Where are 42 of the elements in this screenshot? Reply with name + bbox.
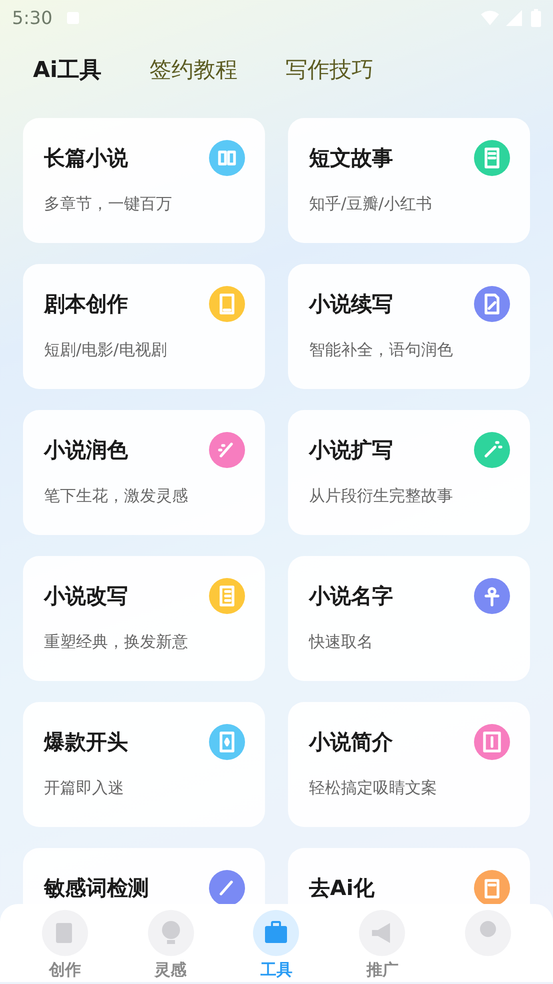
tool-card[interactable]: 小说润色 笔下生花，激发灵感 xyxy=(23,410,265,535)
card-subtitle: 知乎/豆瓣/小红书 xyxy=(309,194,433,215)
card-title: 小说简介 xyxy=(309,729,393,756)
card-title: 小说改写 xyxy=(44,583,128,610)
tool-card[interactable]: 剧本创作 短剧/电影/电视剧 xyxy=(23,264,265,389)
card-title: 敏感词检测 xyxy=(44,875,149,902)
card-subtitle: 从片段衍生完整故事 xyxy=(309,486,454,507)
megaphone-icon xyxy=(359,910,406,956)
card-title: 爆款开头 xyxy=(44,729,128,756)
person-icon xyxy=(465,910,512,956)
card-title: 长篇小说 xyxy=(44,145,128,172)
tool-card[interactable]: 短文故事 知乎/豆瓣/小红书 xyxy=(288,118,530,243)
tool-card[interactable]: 小说名字 快速取名 xyxy=(288,556,530,681)
tool-card[interactable]: 小说改写 重塑经典，换发新意 xyxy=(23,556,265,681)
tool-card[interactable]: 小说扩写 从片段衍生完整故事 xyxy=(288,410,530,535)
card-title: 小说润色 xyxy=(44,437,128,464)
card-subtitle: 重塑经典，换发新意 xyxy=(44,632,189,653)
tab[interactable]: Ai工具 xyxy=(33,54,102,100)
tool-card[interactable]: 小说简介 轻松搞定吸睛文案 xyxy=(288,702,530,827)
card-title: 小说续写 xyxy=(309,291,393,318)
card-subtitle: 快速取名 xyxy=(309,632,374,653)
tool-card[interactable]: 敏感词检测 xyxy=(23,848,265,906)
tool-card[interactable]: 长篇小说 多章节，一键百万 xyxy=(23,118,265,243)
tool-card[interactable]: 去Ai化 xyxy=(288,848,530,906)
card-title: 小说扩写 xyxy=(309,437,393,464)
card-subtitle: 轻松搞定吸睛文案 xyxy=(309,778,438,799)
tool-card[interactable]: 小说续写 智能补全，语句润色 xyxy=(288,264,530,389)
tab[interactable]: 写作技巧 xyxy=(286,54,374,100)
status-time: 5:30 xyxy=(12,8,52,28)
card-title: 去Ai化 xyxy=(309,875,374,902)
tab[interactable]: 签约教程 xyxy=(150,54,238,100)
toolbox-icon xyxy=(253,910,300,956)
card-subtitle: 多章节，一键百万 xyxy=(44,194,173,215)
tool-card[interactable]: 爆款开头 开篇即入迷 xyxy=(23,702,265,827)
card-subtitle: 开篇即入迷 xyxy=(44,778,125,799)
bulb-icon xyxy=(148,910,194,956)
card-title: 短文故事 xyxy=(309,145,393,172)
card-subtitle: 笔下生花，激发灵感 xyxy=(44,486,189,507)
card-title: 小说名字 xyxy=(309,583,393,610)
card-subtitle: 短剧/电影/电视剧 xyxy=(44,340,168,361)
card-title: 剧本创作 xyxy=(44,291,128,318)
card-subtitle: 智能补全，语句润色 xyxy=(309,340,454,361)
